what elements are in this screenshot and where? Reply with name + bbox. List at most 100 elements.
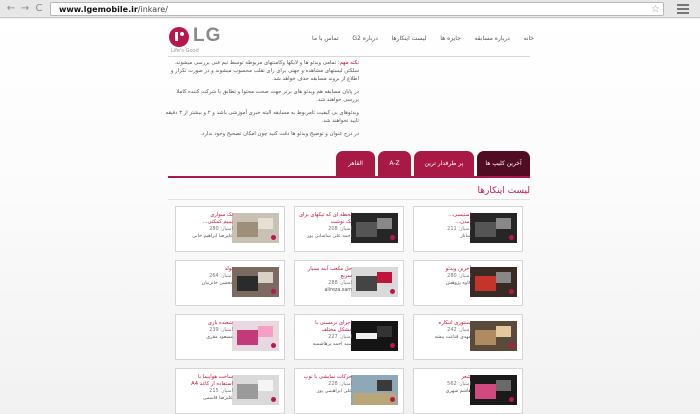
entry-title[interactable]: لحظه ای که تیکهای برای: [298, 212, 352, 219]
entry-score: امتیاز: 215: [209, 388, 233, 394]
entry-score: امتیاز: 211: [447, 226, 471, 232]
entry-card[interactable]: سنتوری انتکاره امتیاز: 242 مهدی قناعت پیشه: [413, 314, 523, 360]
rules-paragraph: در درج عنوان و توضیح ویدئو ها دقت کنید چ…: [200, 131, 359, 137]
video-thumbnail[interactable]: [351, 375, 398, 405]
entry-author: محسن خانزنیان: [201, 281, 233, 286]
tab-a-z[interactable]: A-Z: [378, 151, 411, 176]
video-thumbnail[interactable]: [470, 321, 517, 351]
entry-author: علیرضا قاسمی: [202, 396, 233, 401]
video-thumbnail[interactable]: [470, 267, 517, 297]
entry-author: هاشم شهری: [445, 389, 471, 394]
entry-card[interactable]: استیسی... آمدن... امتیاز: 211 ساناز: [413, 206, 523, 252]
back-icon[interactable]: ←: [5, 3, 17, 15]
entry-author: ساناز: [460, 234, 471, 239]
nav-about-contest[interactable]: درباره مسابقه: [475, 35, 510, 45]
video-thumbnail[interactable]: [351, 213, 398, 243]
tab-baseline: [168, 176, 530, 178]
entry-card[interactable]: تولد امتیاز: 264 محسن خانزنیان: [175, 260, 285, 306]
entry-score: امتیاز: 288: [328, 280, 352, 286]
nav-contact[interactable]: تماس با ما: [312, 35, 339, 45]
video-thumbnail[interactable]: [232, 321, 279, 351]
nav-divider: [168, 56, 530, 57]
entry-author: علی ابراهیمی پور: [316, 389, 352, 394]
entry-title[interactable]: سنتوری انتکاره: [417, 320, 472, 327]
entry-card[interactable]: شعر امتیاز: 562 هاشم شهری: [413, 368, 523, 414]
entry-score: امتیاز: 264: [209, 273, 233, 279]
entry-author: کاوه پژوهش: [445, 281, 471, 286]
entry-title[interactable]: حل مکعب آینه بسیار: [298, 266, 352, 273]
entry-score: امتیاز: 228: [328, 381, 352, 387]
entry-title-line2[interactable]: مشکل مختلف: [298, 327, 352, 334]
rules-paragraph: در پایان مسابقه هم ویدئو های برتر جهت صح…: [176, 89, 359, 103]
entry-title[interactable]: اجرای نرمسنی با: [298, 320, 352, 327]
browser-menu-icon[interactable]: [677, 4, 689, 14]
video-thumbnail[interactable]: [232, 375, 279, 405]
entry-author: علیرضا ابراهیم خانی: [192, 234, 233, 239]
nav-entries-list[interactable]: لیست اینکارها: [392, 35, 427, 45]
reload-icon[interactable]: C: [33, 3, 45, 15]
nav-about-g2[interactable]: درباره G2: [352, 35, 377, 45]
entry-card[interactable]: شعبده بازی امتیاز: 239 مسعود مقری: [175, 314, 285, 360]
forward-icon[interactable]: →: [19, 3, 31, 15]
entry-score: امتیاز: 562: [447, 381, 471, 387]
rules-text: تمامی ویدئو ها و لایکها وکامنتهای مربوطه…: [170, 60, 359, 82]
rules-paragraph: نکته مهم: تمامی ویدئو ها و لایکها وکامنت…: [160, 59, 359, 83]
entry-card[interactable]: حرکات نمایشی با توپ امتیاز: 228 علی ابراهی…: [294, 368, 404, 414]
nav-home[interactable]: خانه: [524, 35, 534, 45]
entry-title-line2[interactable]: آمدن...: [417, 219, 471, 226]
entry-title-line2[interactable]: بیبیم کمکتی...: [179, 219, 233, 226]
entry-score: امتیاز: 208: [328, 226, 352, 232]
tab-latest-clips[interactable]: آخرین کلیپ ها: [477, 151, 530, 176]
video-thumbnail[interactable]: [351, 267, 398, 297]
entry-author: سید احمد پرهاشمیه: [312, 342, 352, 347]
entry-title[interactable]: شعبده بازی: [179, 320, 233, 327]
video-thumbnail[interactable]: [232, 213, 279, 243]
entry-title-line2[interactable]: یک نوشت: [298, 219, 352, 226]
tab-most-popular[interactable]: پر طرفدار ترین: [414, 151, 474, 176]
nav-prizes[interactable]: جایزه ها: [440, 35, 461, 45]
entries-grid: استیسی... آمدن... امتیاز: 211 ساناز لحظه ای…: [175, 206, 527, 414]
video-thumbnail[interactable]: [232, 267, 279, 297]
tab-other[interactable]: القاهر: [336, 151, 375, 176]
entry-author: احمد علی ساسانی پور: [306, 234, 352, 239]
entry-score: امتیاز: 242: [447, 327, 471, 333]
video-thumbnail[interactable]: [351, 321, 398, 351]
brand-tagline: Life's Good: [171, 48, 199, 54]
video-thumbnail[interactable]: [470, 213, 517, 243]
entry-title[interactable]: استیسی...: [417, 212, 471, 219]
entry-card[interactable]: آخرین ویدئو امتیاز: 280 کاوه پژوهش: [413, 260, 523, 306]
entry-card[interactable]: حل مکعب آینه بسیار سریع امتیاز: 288 alireza…: [294, 260, 404, 306]
bookmark-star-icon[interactable]: ☆: [651, 3, 660, 16]
entry-card[interactable]: لحظه ای که تیکهای برای یک نوشت امتیاز: 208…: [294, 206, 404, 252]
section-divider: [168, 199, 530, 200]
brand-name[interactable]: LG: [193, 25, 221, 47]
page: LG Life's Good خانه درباره مسابقه جایزه …: [0, 19, 700, 414]
entry-author: مهدی قناعت پیشه: [434, 335, 471, 340]
entry-card[interactable]: تک سواری بیبیم کمکتی... امتیاز: 280 علیرضا …: [175, 206, 285, 252]
entry-card[interactable]: اجرای نرمسنی با مشکل مختلف امتیاز: 227 سید …: [294, 314, 404, 360]
video-thumbnail[interactable]: [470, 375, 517, 405]
entry-score: امتیاز: 239: [209, 327, 233, 333]
entry-title-line2[interactable]: سریع: [298, 273, 352, 280]
entry-score: امتیاز: 280: [209, 226, 233, 232]
entry-card[interactable]: ساخت هواپیما با استفاده از کاغذ A4 امتیاز:…: [175, 368, 285, 414]
entry-title[interactable]: حرکات نمایشی با توپ: [298, 374, 352, 381]
rules-paragraph: ویدئوهای بی کیفیت تامربوط به مسابقه البت…: [165, 110, 360, 124]
url-path: /inkare/: [137, 5, 168, 14]
entry-title-line2[interactable]: استفاده از کاغذ A4: [179, 381, 233, 388]
entry-title[interactable]: شعر: [417, 374, 471, 381]
entry-author: alireza.sam: [324, 288, 352, 293]
entry-title[interactable]: تولد: [179, 266, 233, 273]
entry-score: امتیاز: 280: [447, 273, 471, 279]
address-bar[interactable]: www.lgemobile.ir/inkare/ ☆: [50, 2, 664, 16]
lg-logo-icon[interactable]: [169, 27, 189, 47]
entry-score: امتیاز: 227: [328, 334, 352, 340]
contest-rules: نکته مهم: تمامی ویدئو ها و لایکها وکامنت…: [160, 59, 360, 143]
entry-title[interactable]: تک سواری: [179, 212, 233, 219]
entry-title[interactable]: آخرین ویدئو: [417, 266, 471, 273]
main-nav: خانه درباره مسابقه جایزه ها لیست اینکاره…: [312, 35, 534, 45]
url-host: www.lgemobile.ir: [59, 5, 138, 14]
entry-title[interactable]: ساخت هواپیما با: [179, 374, 233, 381]
browser-toolbar: ← → C www.lgemobile.ir/inkare/ ☆: [0, 0, 700, 18]
section-title: لیست اینکارها: [477, 186, 530, 196]
